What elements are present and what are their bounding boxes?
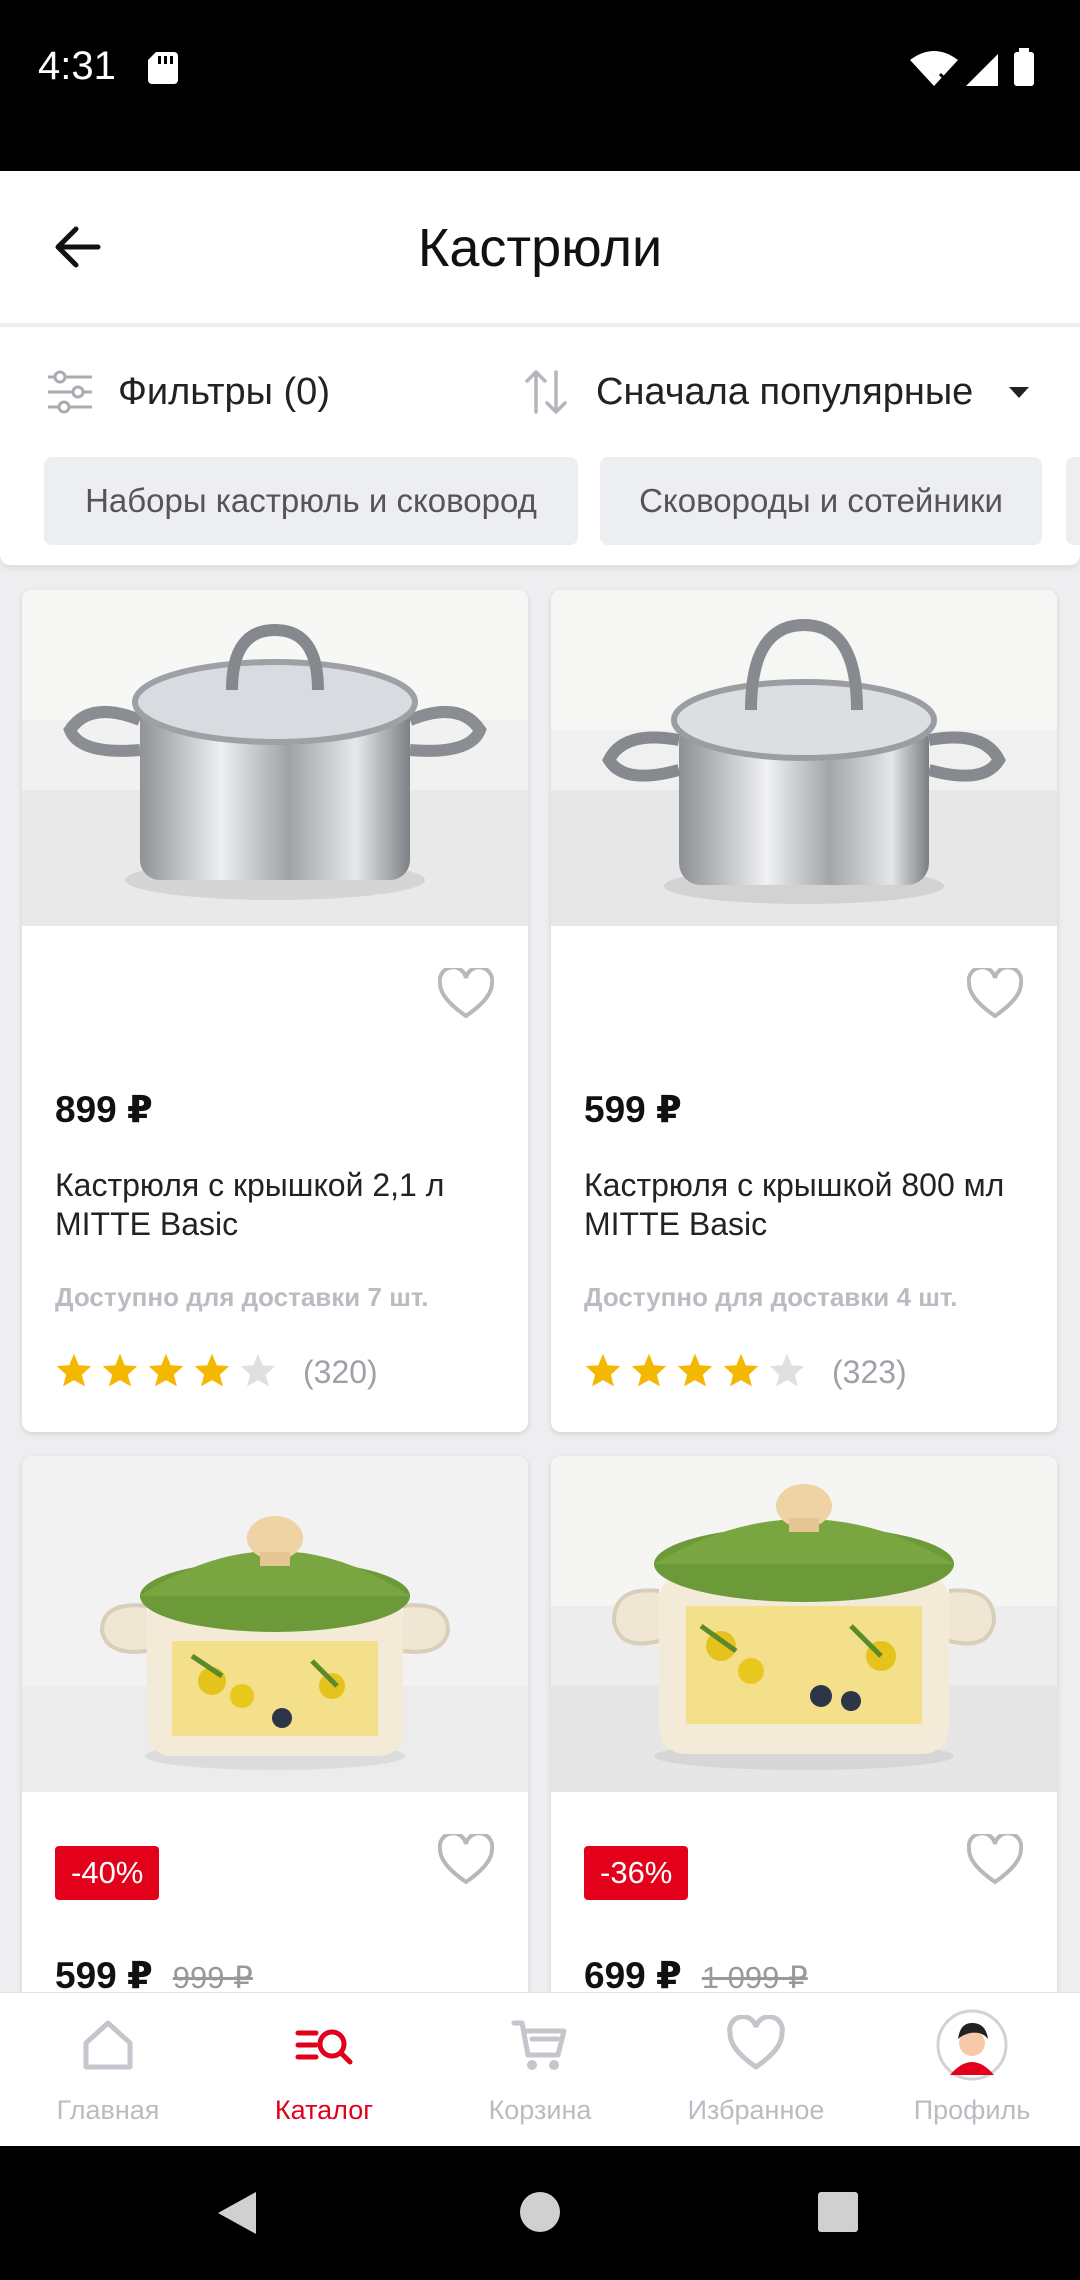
system-back-icon[interactable] (214, 2190, 260, 2236)
catalog-search-icon (295, 2029, 353, 2065)
product-price: 899 ₽ (55, 1089, 153, 1130)
product-card[interactable]: -40% 599 ₽999 ₽ (22, 1456, 528, 2056)
discount-badge: -36% (584, 1846, 689, 1900)
status-bar: 4:31 (0, 0, 1080, 171)
system-navigation-bar (0, 2146, 1080, 2280)
sort-dropdown[interactable]: Сначала популярные (524, 363, 1030, 421)
star-filled-icon (194, 1353, 230, 1386)
nav-favorites[interactable]: Избранное (648, 1993, 864, 2147)
system-status-icons (910, 48, 1034, 86)
system-home-icon[interactable] (518, 2190, 562, 2234)
discount-badge: -40% (55, 1846, 160, 1900)
product-stock: Доступно для доставки 7 шт. (55, 1282, 429, 1312)
signal-icon (966, 54, 998, 86)
favorite-heart-icon[interactable] (967, 1834, 1023, 1886)
old-price: 999 ₽ (172, 1960, 253, 1995)
bottom-navigation: Главная Каталог Корзина Избранное Профил… (0, 1992, 1080, 2147)
nav-profile[interactable]: Профиль (864, 1993, 1080, 2147)
nav-profile-label: Профиль (913, 2095, 1031, 2125)
filters-button[interactable]: Фильтры (0) (46, 363, 330, 421)
page-title: Кастрюли (417, 218, 663, 278)
home-icon (83, 2020, 133, 2070)
product-image-enamel-pot (22, 1456, 528, 1792)
nav-catalog-label: Каталог (274, 2095, 374, 2125)
nav-home[interactable]: Главная (0, 1993, 216, 2147)
favorite-heart-icon[interactable] (438, 1834, 494, 1886)
star-filled-icon (102, 1353, 138, 1386)
product-price: 699 ₽1 099 ₽ (584, 1955, 808, 1996)
star-filled-icon (631, 1353, 667, 1386)
sort-icon (525, 370, 567, 414)
star-filled-icon (56, 1353, 92, 1386)
favorite-heart-icon[interactable] (438, 968, 494, 1020)
product-image-steel-pot (22, 590, 528, 926)
chip-frying-pans[interactable]: Сковороды и сотейники (600, 457, 1042, 545)
star-empty-icon (769, 1353, 805, 1386)
star-empty-icon (240, 1353, 276, 1386)
filters-icon (48, 370, 92, 414)
nav-cart[interactable]: Корзина (432, 1993, 648, 2147)
app-bar: Кастрюли (0, 171, 1080, 323)
old-price: 1 099 ₽ (701, 1960, 808, 1995)
product-card[interactable]: 599 ₽ Кастрюля с крышкой 800 мл MITTE Ba… (551, 590, 1057, 1432)
review-count: (323) (832, 1353, 907, 1390)
product-card[interactable]: 899 ₽ Кастрюля с крышкой 2,1 л MITTE Bas… (22, 590, 528, 1432)
sd-card-icon (148, 52, 178, 84)
product-image-enamel-pot (551, 1456, 1057, 1792)
nav-favorites-label: Избранное (687, 2095, 825, 2125)
star-filled-icon (148, 1353, 184, 1386)
product-rating: (320) (55, 1350, 378, 1394)
product-price: 599 ₽999 ₽ (55, 1955, 253, 1996)
star-filled-icon (585, 1353, 621, 1386)
chip-pot-sets[interactable]: Наборы кастрюль и сковород (44, 457, 578, 545)
filter-bar: Фильтры (0) Сначала популярные Наборы ка… (0, 327, 1080, 565)
star-filled-icon (723, 1353, 759, 1386)
status-time: 4:31 (38, 44, 116, 88)
product-stock: Доступно для доставки 4 шт. (584, 1282, 958, 1312)
sort-label: Сначала популярные (596, 370, 974, 413)
wifi-icon (910, 51, 958, 86)
product-name[interactable]: Кастрюля с крышкой 2,1 л MITTE Basic (55, 1166, 495, 1244)
product-rating: (323) (584, 1350, 907, 1394)
nav-home-label: Главная (56, 2095, 160, 2125)
product-price: 599 ₽ (584, 1089, 682, 1130)
product-name[interactable]: Кастрюля с крышкой 800 мл MITTE Basic (584, 1166, 1024, 1244)
chip-more[interactable] (1066, 457, 1080, 545)
heart-icon (727, 2015, 785, 2071)
battery-icon (1014, 52, 1034, 86)
nav-cart-label: Корзина (488, 2095, 592, 2125)
product-card[interactable]: -36% 699 ₽1 099 ₽ (551, 1456, 1057, 2056)
filters-label: Фильтры (0) (118, 370, 330, 413)
star-filled-icon (677, 1353, 713, 1386)
product-image-steel-pot (551, 590, 1057, 926)
nav-catalog[interactable]: Каталог (216, 1993, 432, 2147)
chevron-down-icon (1009, 386, 1030, 398)
review-count: (320) (303, 1353, 378, 1390)
system-recents-icon[interactable] (818, 2192, 858, 2232)
cart-icon (511, 2020, 567, 2070)
favorite-heart-icon[interactable] (967, 968, 1023, 1020)
avatar-icon (936, 2009, 1008, 2081)
